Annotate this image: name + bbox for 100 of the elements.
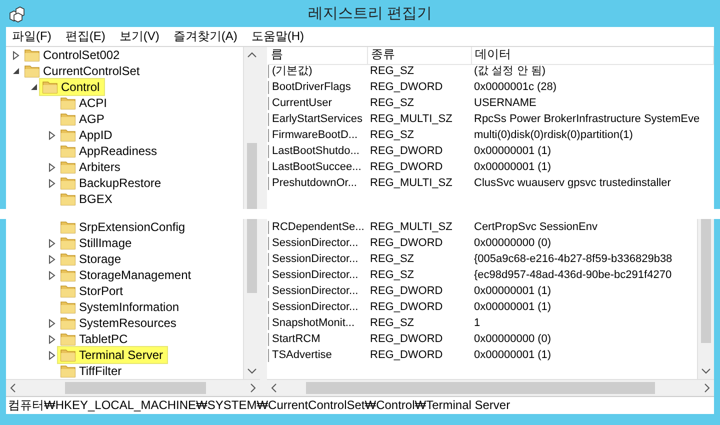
expanded-arrow-icon[interactable] <box>30 83 38 91</box>
tree-item[interactable]: StillImage <box>58 235 136 251</box>
tree-item[interactable]: ControlSet002 <box>22 47 124 63</box>
tree-item[interactable]: BGEX <box>58 191 116 207</box>
tree-item[interactable]: SystemInformation <box>58 299 184 315</box>
value-type-cell-text: REG_MULTI_SZ <box>369 112 454 126</box>
value-name-cell: FirmwareBootD... <box>268 128 368 142</box>
folder-icon <box>60 236 76 250</box>
value-name-cell: (기본값) <box>268 64 368 78</box>
value-type-cell-text: REG_DWORD <box>369 284 444 298</box>
tree-item[interactable]: Terminal Server <box>58 347 168 363</box>
tree-item[interactable]: AppID <box>58 127 116 143</box>
tree-item[interactable]: BackupRestore <box>58 175 166 191</box>
value-data-cell-text: RpcSs Power BrokerInfrastructure SystemEve <box>473 112 701 126</box>
folder-icon <box>60 220 76 234</box>
value-type-cell-text: REG_MULTI_SZ <box>369 176 454 190</box>
folder-icon <box>60 192 76 206</box>
menu-item[interactable]: 도움말(H) <box>251 28 304 45</box>
expanded-arrow-icon[interactable] <box>12 67 20 75</box>
column-header[interactable]: 름 <box>268 47 368 64</box>
value-type-cell-text: REG_SZ <box>369 252 416 266</box>
value-data-cell-text: 0x0000001c (28) <box>473 80 558 94</box>
value-data-cell-text: 0x00000001 (1) <box>473 160 552 174</box>
menu-item[interactable]: 파일(F) <box>12 28 52 45</box>
value-data-cell-text: 1 <box>473 316 482 330</box>
value-name-cell: SnapshotMonit... <box>268 316 368 330</box>
tree-item[interactable]: Storage <box>58 251 126 267</box>
tree-item[interactable]: StorPort <box>58 283 128 299</box>
tree-item[interactable]: TiffFilter <box>58 363 126 379</box>
tree-item[interactable]: CurrentControlSet <box>22 63 144 79</box>
folder-icon <box>60 300 76 314</box>
vertical-scrollbar[interactable] <box>243 219 260 379</box>
value-type-cell-text: REG_DWORD <box>369 160 444 174</box>
value-data-cell-text: 0x00000001 (1) <box>473 284 552 298</box>
scrollbar-thumb[interactable] <box>701 219 711 343</box>
scrollbar-thumb[interactable] <box>65 382 206 394</box>
value-name-cell: SessionDirector... <box>268 252 368 266</box>
value-name-cell: StartRCM <box>268 332 368 346</box>
folder-icon <box>60 176 76 190</box>
tree-item[interactable]: Arbiters <box>58 159 124 175</box>
value-name-cell: EarlyStartServices <box>268 112 368 126</box>
menu-item[interactable]: 편집(E) <box>65 28 106 45</box>
value-data-cell-text: 0x00000000 (0) <box>473 236 552 250</box>
scrollbar-thumb[interactable] <box>247 143 257 209</box>
column-header[interactable]: 종류 <box>368 47 472 64</box>
value-data-cell-text: 0x00000000 (0) <box>473 332 552 346</box>
tree-item[interactable]: AppReadiness <box>58 143 162 159</box>
value-name-cell: SessionDirector... <box>268 300 368 314</box>
collapsed-arrow-icon[interactable] <box>48 130 56 140</box>
folder-icon <box>60 316 76 330</box>
scrollbar-thumb[interactable] <box>247 219 257 293</box>
folder-icon <box>60 252 76 266</box>
folder-icon <box>60 348 76 362</box>
value-name-cell: SessionDirector... <box>268 236 368 250</box>
horizontal-scrollbar[interactable] <box>6 379 260 396</box>
tree-item[interactable]: TabletPC <box>58 331 132 347</box>
value-type-cell-text: REG_DWORD <box>369 144 444 158</box>
value-name-cell: LastBootSuccee... <box>268 160 368 174</box>
value-name-cell: SessionDirector... <box>268 284 368 298</box>
registry-cubes-icon <box>8 5 26 23</box>
value-type-cell-text: REG_MULTI_SZ <box>369 220 454 234</box>
value-name-cell: SessionDirector... <box>268 268 368 282</box>
value-type-cell-text: REG_SZ <box>369 96 416 110</box>
value-name-cell: TSAdvertise <box>268 348 368 362</box>
menu-item[interactable]: 즐겨찾기(A) <box>173 28 238 45</box>
value-data-cell-text: CertPropSvc SessionEnv <box>473 220 598 234</box>
tree-item[interactable]: StorageManagement <box>58 267 196 283</box>
value-type-cell-text: REG_SZ <box>369 268 416 282</box>
value-data-cell-text: USERNAME <box>473 96 538 110</box>
folder-icon <box>60 160 76 174</box>
value-type-cell-text: REG_SZ <box>369 64 416 78</box>
vertical-scrollbar[interactable] <box>697 219 714 379</box>
column-header[interactable]: 데이터 <box>472 47 714 64</box>
value-data-cell-text: 0x00000001 (1) <box>473 348 552 362</box>
tree-item[interactable]: ACPI <box>58 95 112 111</box>
tree-item[interactable]: SystemResources <box>58 315 180 331</box>
folder-icon <box>60 284 76 298</box>
value-data-cell-text: 0x00000001 (1) <box>473 300 552 314</box>
collapsed-arrow-icon[interactable] <box>12 50 20 60</box>
vertical-scrollbar[interactable] <box>243 47 260 209</box>
folder-icon <box>60 144 76 158</box>
value-type-cell-text: REG_DWORD <box>369 80 444 94</box>
folder-icon <box>24 48 40 62</box>
horizontal-scrollbar[interactable] <box>267 379 714 396</box>
scrollbar-thumb[interactable] <box>306 382 655 394</box>
value-name-cell: BootDriverFlags <box>268 80 368 94</box>
value-name-cell: LastBootShutdo... <box>268 144 368 158</box>
value-data-cell-text: (값 설정 안 됨) <box>473 64 546 78</box>
value-name-cell: PreshutdownOr... <box>268 176 368 190</box>
value-type-cell-text: REG_SZ <box>369 316 416 330</box>
value-type-cell-text: REG_DWORD <box>369 332 444 346</box>
value-type-cell-text: REG_SZ <box>369 128 416 142</box>
status-path: 컴퓨터₩HKEY_LOCAL_MACHINE₩SYSTEM₩CurrentControlSet₩Control₩Terminal Server <box>8 397 510 414</box>
tree-item[interactable]: AGP <box>58 111 108 127</box>
folder-icon <box>42 80 58 94</box>
tree-item[interactable]: Control <box>40 79 104 95</box>
folder-icon <box>60 96 76 110</box>
menu-item[interactable]: 보기(V) <box>119 28 160 45</box>
tree-item[interactable]: SrpExtensionConfig <box>58 219 190 235</box>
value-data-cell-text: ClusSvc wuauserv gpsvc trustedinstaller <box>473 176 672 190</box>
